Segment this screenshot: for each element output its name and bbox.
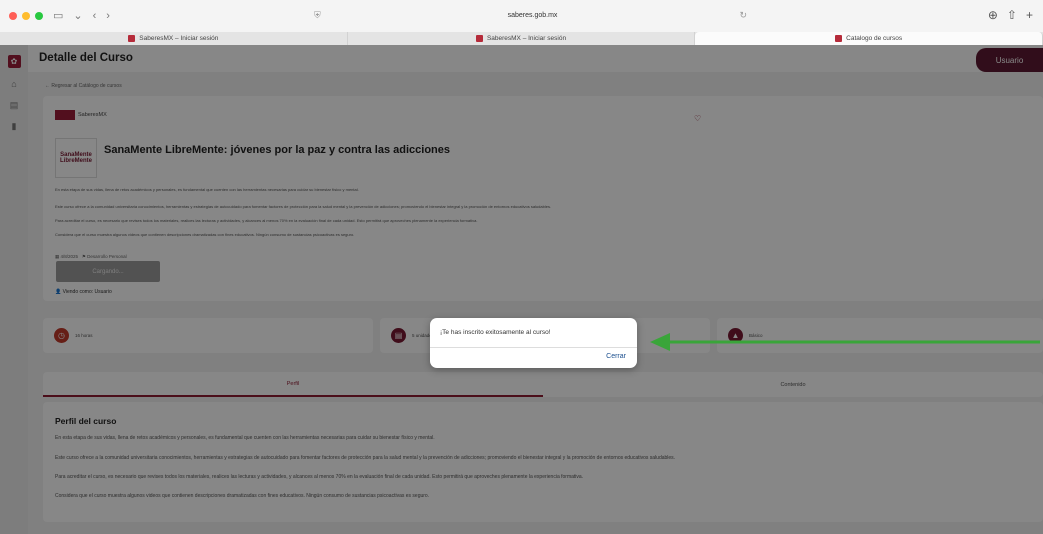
tab-bar: SaberesMX – Iniciar sesión SaberesMX – I…	[0, 32, 1043, 45]
success-dialog: ¡Te has inscrito exitosamente al curso! …	[430, 318, 637, 368]
reload-icon[interactable]: ↻	[739, 10, 747, 21]
dialog-message: ¡Te has inscrito exitosamente al curso!	[440, 329, 551, 336]
toolbar-actions: ⊕ ⇧ +	[988, 8, 1033, 22]
maximize-window-button[interactable]	[35, 12, 43, 20]
dialog-divider	[430, 347, 637, 348]
address-bar[interactable]: ⛨ saberes.gob.mx ↻	[310, 6, 755, 25]
new-tab-icon[interactable]: +	[1026, 8, 1033, 22]
browser-toolbar: ▭ ⌄ ‹ › ⛨ saberes.gob.mx ↻ ⊕ ⇧ +	[0, 0, 1043, 32]
green-arrow-icon	[650, 333, 1040, 351]
favicon-icon	[128, 35, 136, 42]
share-icon[interactable]: ⇧	[1007, 8, 1017, 22]
address-text: saberes.gob.mx	[507, 12, 558, 19]
back-icon[interactable]: ‹	[93, 10, 97, 22]
tab-label: SaberesMX – Iniciar sesión	[139, 35, 219, 42]
favicon-icon	[475, 35, 483, 42]
window-controls	[9, 12, 43, 20]
browser-tab[interactable]: SaberesMX – Iniciar sesión	[0, 32, 348, 45]
close-dialog-button[interactable]: Cerrar	[606, 353, 626, 360]
close-window-button[interactable]	[9, 12, 17, 20]
tab-label: SaberesMX – Iniciar sesión	[486, 35, 567, 42]
sidebar-toggle-icon[interactable]: ▭	[53, 10, 63, 22]
forward-icon[interactable]: ›	[106, 10, 110, 22]
modal-overlay[interactable]	[0, 45, 1043, 534]
minimize-window-button[interactable]	[22, 12, 30, 20]
favicon-icon	[835, 35, 843, 42]
chevron-down-icon[interactable]: ⌄	[73, 10, 82, 22]
download-icon[interactable]: ⊕	[988, 8, 998, 22]
browser-tab-active[interactable]: Catalogo de cursos	[695, 32, 1043, 45]
tab-label: Catalogo de cursos	[846, 35, 903, 42]
browser-tab[interactable]: SaberesMX – Iniciar sesión	[348, 32, 696, 45]
privacy-shield-icon: ⛨	[314, 10, 321, 20]
